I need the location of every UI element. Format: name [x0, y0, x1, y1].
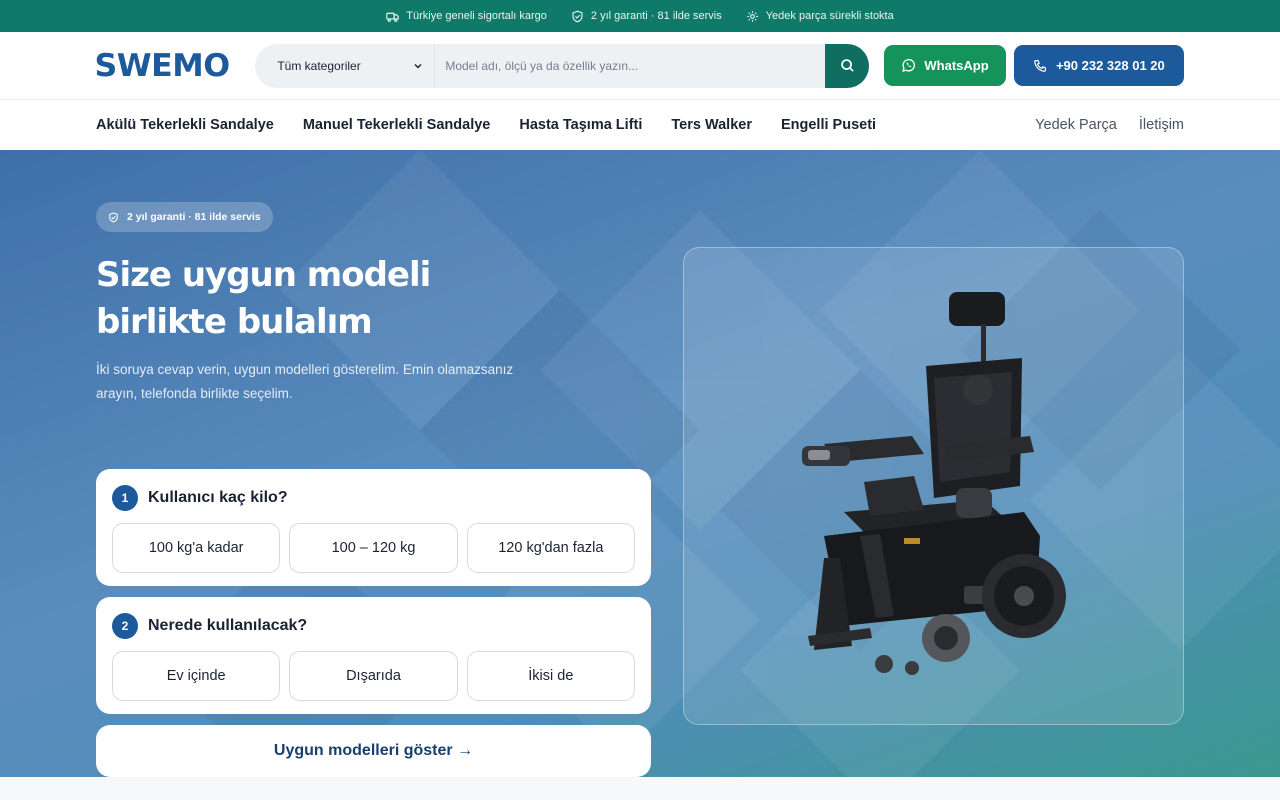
- topbar-item-warranty: 2 yıl garanti · 81 ilde servis: [571, 10, 722, 23]
- badge-text: 2 yıl garanti · 81 ilde servis: [127, 211, 261, 223]
- question-number: 1: [112, 485, 138, 511]
- question-title: Kullanıcı kaç kilo?: [148, 489, 288, 506]
- topbar-item-parts: Yedek parça sürekli stokta: [746, 10, 894, 23]
- page-bottom-strip: [0, 777, 1280, 800]
- category-select-value: Tüm kategoriler: [277, 58, 361, 73]
- site-logo[interactable]: SWEMO: [95, 48, 243, 84]
- category-select[interactable]: Tüm kategoriler: [255, 43, 436, 88]
- topbar-text: Yedek parça sürekli stokta: [765, 10, 894, 22]
- question-card-weight: 1 Kullanıcı kaç kilo? 100 kg'a kadar 100…: [96, 469, 651, 586]
- truck-icon: [386, 12, 400, 22]
- wheelchair-image: [802, 292, 1066, 675]
- whatsapp-icon: [902, 58, 916, 72]
- hero-section: 2 yıl garanti · 81 ilde servis Size uygu…: [0, 150, 1280, 777]
- warranty-badge: 2 yıl garanti · 81 ilde servis: [96, 202, 273, 232]
- nav-item-manual-wheelchair[interactable]: Manuel Tekerlekli Sandalye: [303, 117, 491, 133]
- question-card-usage: 2 Nerede kullanılacak? Ev içinde Dışarıd…: [96, 597, 651, 714]
- nav-item-patient-lift[interactable]: Hasta Taşıma Lifti: [519, 117, 642, 133]
- option-usage-outdoor[interactable]: Dışarıda: [289, 651, 458, 701]
- main-navigation: Akülü Tekerlekli Sandalye Manuel Tekerle…: [0, 100, 1280, 150]
- site-header: SWEMO Tüm kategoriler WhatsApp +90 232 3…: [0, 32, 1280, 100]
- topbar-text: 2 yıl garanti · 81 ilde servis: [590, 10, 722, 22]
- shield-icon: [572, 10, 583, 22]
- whatsapp-button[interactable]: WhatsApp: [884, 45, 1006, 86]
- hero-content: 2 yıl garanti · 81 ilde servis Size uygu…: [96, 202, 651, 777]
- phone-icon: [1034, 59, 1047, 72]
- phone-button[interactable]: +90 232 328 01 20: [1013, 45, 1184, 86]
- search-bar: Tüm kategoriler: [255, 43, 870, 88]
- search-icon: [841, 59, 854, 72]
- show-models-button[interactable]: Uygun modelleri göster →: [96, 725, 651, 777]
- shield-icon: [109, 211, 118, 223]
- phone-label: +90 232 328 01 20: [1055, 58, 1165, 73]
- option-usage-both[interactable]: İkisi de: [466, 651, 635, 701]
- nav-item-reverse-walker[interactable]: Ters Walker: [671, 117, 752, 133]
- hero-subtitle: İki soruya cevap verin, uygun modelleri …: [96, 362, 514, 401]
- hero-title-line2: birlikte bulalım: [96, 302, 373, 342]
- top-info-bar: Türkiye geneli sigortalı kargo 2 yıl gar…: [0, 0, 1280, 32]
- topbar-text: Türkiye geneli sigortalı kargo: [406, 10, 547, 22]
- nav-item-spare-parts[interactable]: Yedek Parça: [1035, 117, 1117, 133]
- topbar-item-shipping: Türkiye geneli sigortalı kargo: [386, 10, 547, 23]
- whatsapp-label: WhatsApp: [924, 58, 989, 73]
- search-input[interactable]: [435, 43, 826, 88]
- product-image-panel: [683, 247, 1184, 725]
- chevron-down-icon: [414, 63, 422, 69]
- nav-item-contact[interactable]: İletişim: [1139, 117, 1184, 133]
- hero-title: Size uygun modeli birlikte bulalım: [96, 252, 651, 346]
- nav-item-power-wheelchair[interactable]: Akülü Tekerlekli Sandalye: [96, 117, 274, 133]
- question-title: Nerede kullanılacak?: [148, 617, 308, 634]
- search-button[interactable]: [825, 43, 870, 88]
- nav-item-disabled-stroller[interactable]: Engelli Puseti: [781, 117, 876, 133]
- gear-icon: [746, 10, 758, 22]
- option-weight-up-to-100[interactable]: 100 kg'a kadar: [112, 523, 281, 573]
- question-number: 2: [112, 613, 138, 639]
- option-usage-indoor[interactable]: Ev içinde: [112, 651, 281, 701]
- option-weight-100-120[interactable]: 100 – 120 kg: [289, 523, 458, 573]
- hero-title-line1: Size uygun modeli: [96, 255, 431, 295]
- option-weight-over-120[interactable]: 120 kg'dan fazla: [466, 523, 635, 573]
